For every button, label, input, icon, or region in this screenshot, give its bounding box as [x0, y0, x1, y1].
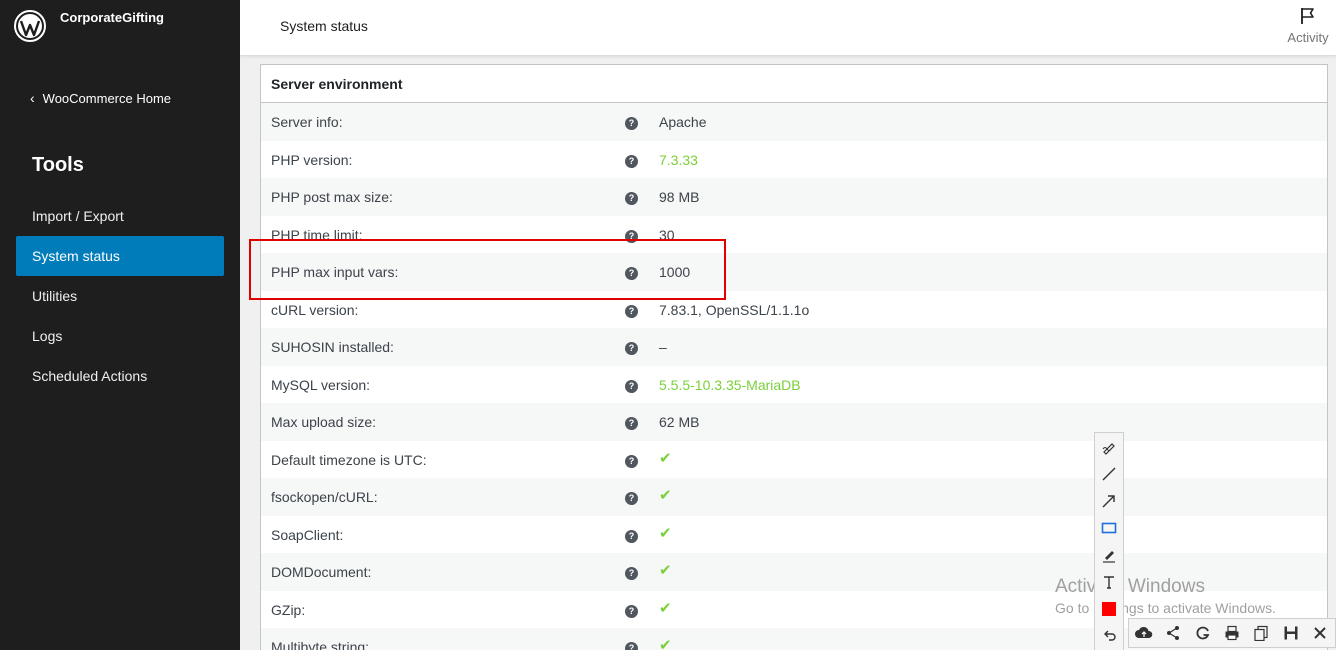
table-row: SoapClient: ? ✔ [261, 516, 1327, 554]
flag-icon [1301, 8, 1314, 24]
share-icon[interactable] [1161, 621, 1185, 645]
red-color-swatch [1102, 601, 1116, 616]
freehand-pen-icon[interactable] [1095, 433, 1123, 460]
row-value: 62 MB [659, 414, 700, 430]
sidebar-item-utilities[interactable]: Utilities [16, 276, 224, 316]
row-value: 98 MB [659, 189, 700, 205]
checkmark-icon: ✔ [659, 562, 672, 579]
sidebar-item-import-export[interactable]: Import / Export [16, 196, 224, 236]
row-label: SoapClient: [271, 526, 344, 543]
help-icon[interactable]: ? [625, 567, 638, 580]
row-value: 5.5.5-10.3.35-MariaDB [659, 376, 801, 393]
row-label: cURL version: [271, 301, 359, 318]
row-label: Multibyte string: [271, 639, 370, 650]
table-body: Server info: ? Apache PHP version: ? 7.3… [261, 103, 1327, 650]
table-row: PHP post max size: ? 98 MB [261, 178, 1327, 216]
table-row: PHP version: ? 7.3.33 [261, 141, 1327, 179]
text-tool-icon[interactable] [1095, 568, 1123, 595]
close-icon[interactable] [1308, 621, 1332, 645]
checkmark-icon: ✔ [659, 599, 672, 617]
table-row: Max upload size: ? 62 MB [261, 403, 1327, 441]
highlight-rectangle [249, 239, 726, 300]
checkmark-icon: ✔ [659, 487, 672, 504]
sidebar-item-scheduled-actions[interactable]: Scheduled Actions [16, 356, 224, 396]
table-row: SUHOSIN installed: ? – [261, 328, 1327, 366]
copy-icon[interactable] [1249, 621, 1273, 645]
help-icon[interactable]: ? [625, 604, 638, 618]
page-title: System status [280, 18, 368, 34]
row-value: – [659, 339, 667, 355]
table-row: MySQL version: ? 5.5.5-10.3.35-MariaDB [261, 366, 1327, 404]
site-name[interactable]: CorporateGifting [60, 10, 164, 25]
help-icon[interactable]: ? [625, 304, 638, 318]
help-icon[interactable]: ? [625, 642, 638, 650]
chevron-left-icon: ‹ [30, 90, 35, 106]
row-label: DOMDocument: [271, 564, 372, 580]
table-row: Default timezone is UTC: ? ✔ [261, 441, 1327, 479]
sidebar-item-system-status[interactable]: System status [16, 236, 224, 276]
help-icon[interactable]: ? [625, 154, 638, 168]
undo-icon[interactable] [1095, 622, 1123, 649]
activate-windows-watermark: Activate Windows Go to Settings to activ… [1055, 576, 1276, 616]
row-label: Max upload size: [271, 414, 377, 430]
back-link-label: WooCommerce Home [42, 90, 172, 106]
row-label: SUHOSIN installed: [271, 339, 394, 355]
woocommerce-home-link[interactable]: ‹ WooCommerce Home [30, 90, 171, 106]
cloud-upload-icon[interactable] [1132, 621, 1156, 645]
help-icon[interactable]: ? [625, 379, 638, 393]
annotation-toolbar-horizontal [1128, 618, 1336, 648]
rectangle-tool-icon[interactable] [1095, 514, 1123, 541]
help-icon[interactable]: ? [625, 529, 638, 543]
watermark-title: Activate Windows [1055, 576, 1205, 597]
server-environment-table: Server environment Server info: ? Apache… [260, 64, 1328, 650]
checkmark-icon: ✔ [659, 449, 672, 467]
row-label: MySQL version: [271, 376, 371, 393]
sidebar: CorporateGifting ‹ WooCommerce Home Tool… [0, 0, 240, 650]
table-heading: Server environment [261, 65, 1327, 103]
row-label: PHP version: [271, 151, 353, 168]
row-label: GZip: [271, 601, 306, 618]
help-icon[interactable]: ? [625, 117, 638, 130]
row-value: Apache [659, 114, 707, 130]
row-label: Server info: [271, 114, 343, 130]
activity-button[interactable]: Activity [1286, 6, 1330, 45]
sidebar-menu: Import / Export System status Utilities … [16, 196, 224, 396]
arrow-tool-icon[interactable] [1095, 487, 1123, 514]
row-label: fsockopen/cURL: [271, 489, 378, 505]
checkmark-icon: ✔ [659, 524, 672, 542]
watermark-subtitle: Go to Settings to activate Windows. [1055, 600, 1276, 616]
line-tool-icon[interactable] [1095, 460, 1123, 487]
sidebar-item-logs[interactable]: Logs [16, 316, 224, 356]
annotation-toolbar-vertical [1094, 432, 1124, 650]
table-row: Server info: ? Apache [261, 103, 1327, 141]
help-icon[interactable]: ? [625, 192, 638, 205]
top-header: System status Activity [240, 0, 1336, 56]
help-icon[interactable]: ? [625, 342, 638, 355]
row-value: 7.83.1, OpenSSL/1.1.1o [659, 301, 810, 318]
row-value: 7.3.33 [659, 151, 698, 168]
color-picker-icon[interactable] [1095, 595, 1123, 622]
help-icon[interactable]: ? [625, 454, 638, 468]
print-icon[interactable] [1220, 621, 1244, 645]
table-row: fsockopen/cURL: ? ✔ [261, 478, 1327, 516]
marker-tool-icon[interactable] [1095, 541, 1123, 568]
wordpress-logo-icon[interactable] [14, 10, 46, 42]
google-search-icon[interactable] [1191, 621, 1215, 645]
row-label: PHP post max size: [271, 189, 393, 205]
help-icon[interactable]: ? [625, 492, 638, 505]
checkmark-icon: ✔ [659, 637, 672, 650]
help-icon[interactable]: ? [625, 417, 638, 430]
sidebar-section-title: Tools [32, 154, 84, 176]
save-icon[interactable] [1279, 621, 1303, 645]
row-label: Default timezone is UTC: [271, 451, 427, 468]
activity-label: Activity [1287, 30, 1329, 45]
